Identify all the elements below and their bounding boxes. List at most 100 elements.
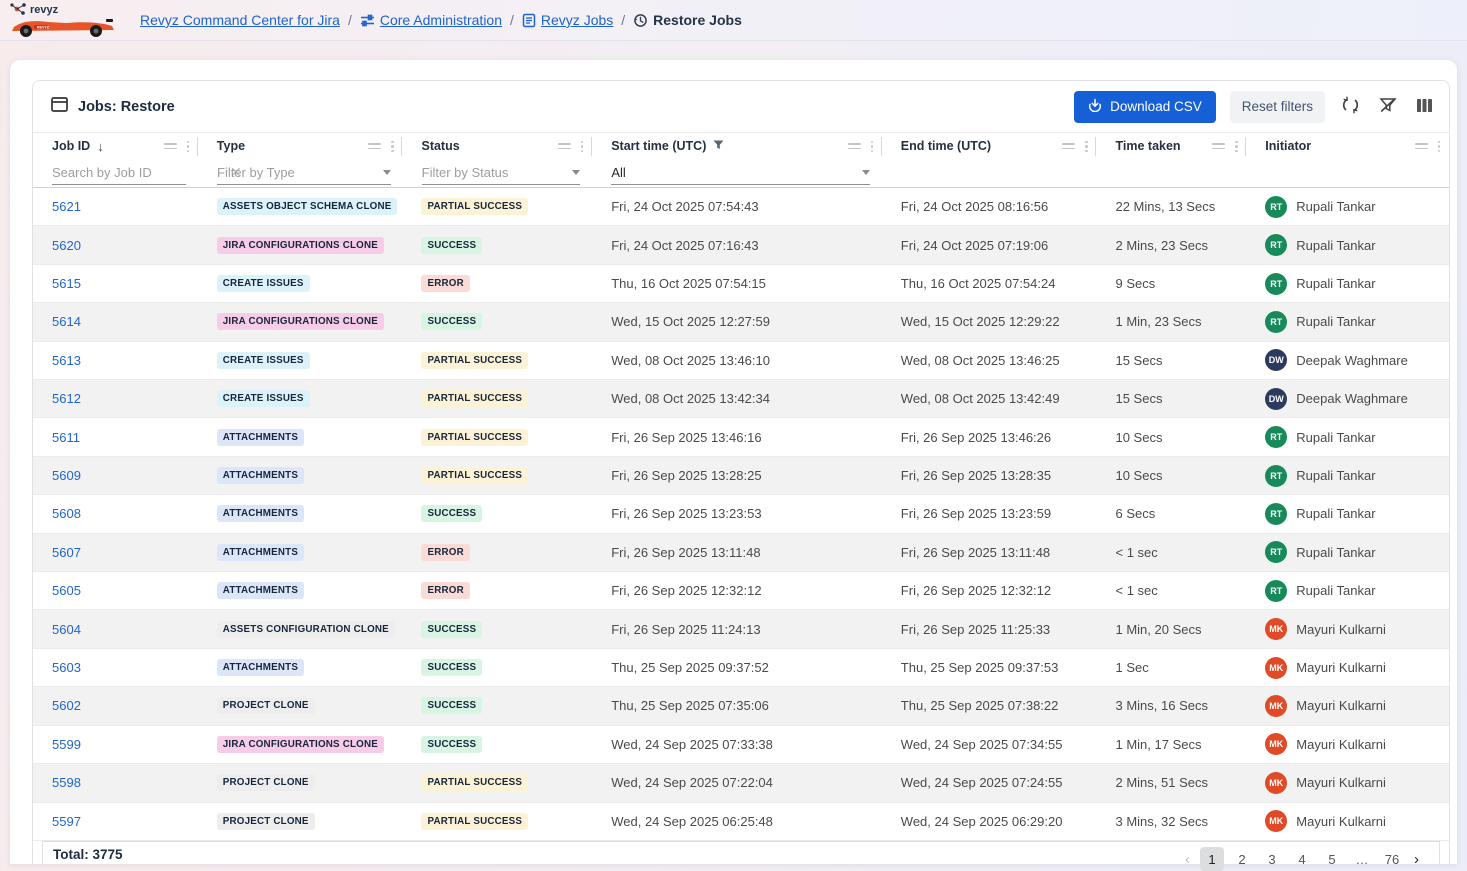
clear-filter-button[interactable]	[1376, 94, 1400, 119]
status-filter-placeholder: Filter by Status	[422, 165, 573, 180]
column-label-time-taken: Time taken	[1115, 139, 1180, 153]
table-row[interactable]: 5604ASSETS CONFIGURATION CLONESUCCESSFri…	[33, 610, 1449, 648]
type-cell: PROJECT CLONE	[198, 813, 403, 830]
breadcrumb-core-administration-link[interactable]: Core Administration	[360, 12, 502, 28]
table-row[interactable]: 5608ATTACHMENTSSUCCESSFri, 26 Sep 2025 1…	[33, 495, 1449, 533]
job-id-link[interactable]: 5615	[52, 276, 81, 291]
column-menu-icon[interactable]	[1232, 141, 1240, 153]
table-row[interactable]: 5602PROJECT CLONESUCCESSThu, 25 Sep 2025…	[33, 687, 1449, 725]
time-taken-cell: < 1 sec	[1096, 545, 1246, 560]
pagination-page-76[interactable]: 76	[1380, 847, 1404, 871]
table-row[interactable]: 5609ATTACHMENTSPARTIAL SUCCESSFri, 26 Se…	[33, 457, 1449, 495]
table-row[interactable]: 5612CREATE ISSUESPARTIAL SUCCESSWed, 08 …	[33, 380, 1449, 418]
job-id-link[interactable]: 5609	[52, 468, 81, 483]
start-time-cell: Fri, 26 Sep 2025 13:23:53	[592, 506, 882, 521]
panel-title-text: Jobs: Restore	[78, 99, 175, 115]
breadcrumb-command-center-link[interactable]: Revyz Command Center for Jira	[140, 12, 340, 28]
type-cell: CREATE ISSUES	[198, 390, 403, 407]
pagination-prev-icon[interactable]: ‹	[1181, 851, 1194, 868]
column-header-time-taken[interactable]: Time taken	[1096, 133, 1246, 160]
initiator-name: Rupali Tankar	[1296, 199, 1375, 214]
download-csv-button[interactable]: Download CSV	[1074, 91, 1216, 123]
column-drag-handle[interactable]	[368, 143, 381, 149]
status-cell: PARTIAL SUCCESS	[402, 467, 592, 484]
column-drag-handle[interactable]	[1062, 143, 1075, 149]
job-id-link[interactable]: 5614	[52, 314, 81, 329]
filter-cell-status: Filter by Status	[403, 160, 593, 187]
column-header-type[interactable]: Type	[198, 133, 403, 160]
initiator-name: Mayuri Kulkarni	[1296, 698, 1386, 713]
table-row[interactable]: 5621ASSETS OBJECT SCHEMA CLONEPARTIAL SU…	[33, 188, 1449, 226]
pagination-page-4[interactable]: 4	[1290, 847, 1314, 871]
start-time-filter-dropdown[interactable]: All	[611, 161, 870, 185]
revyz-logo[interactable]: revyz REVYZ	[8, 0, 126, 40]
column-header-initiator[interactable]: Initiator	[1246, 133, 1449, 160]
pagination-page-3[interactable]: 3	[1260, 847, 1284, 871]
job-id-link[interactable]: 5621	[52, 199, 81, 214]
table-row[interactable]: 5614JIRA CONFIGURATIONS CLONESUCCESSWed,…	[33, 303, 1449, 341]
time-taken-cell: 15 Secs	[1096, 391, 1246, 406]
job-id-link[interactable]: 5607	[52, 545, 81, 560]
status-filter-dropdown[interactable]: Filter by Status	[422, 161, 581, 185]
pagination-page-1[interactable]: 1	[1200, 847, 1224, 871]
table-row[interactable]: 5605ATTACHMENTSERRORFri, 26 Sep 2025 12:…	[33, 572, 1449, 610]
job-id-cell: 5620	[33, 238, 198, 253]
job-id-link[interactable]: 5599	[52, 737, 81, 752]
reset-filters-button[interactable]: Reset filters	[1230, 91, 1325, 123]
refresh-button[interactable]	[1339, 94, 1362, 119]
column-header-status[interactable]: Status	[402, 133, 592, 160]
table-row[interactable]: 5599JIRA CONFIGURATIONS CLONESUCCESSWed,…	[33, 726, 1449, 764]
table-row[interactable]: 5615CREATE ISSUESERRORThu, 16 Oct 2025 0…	[33, 265, 1449, 303]
pagination-next-icon[interactable]: ›	[1410, 851, 1423, 868]
table-row[interactable]: 5613CREATE ISSUESPARTIAL SUCCESSWed, 08 …	[33, 342, 1449, 380]
column-drag-handle[interactable]	[164, 143, 177, 149]
initiator-cell: MKMayuri Kulkarni	[1246, 695, 1449, 717]
job-id-link[interactable]: 5604	[52, 622, 81, 637]
job-id-link[interactable]: 5620	[52, 238, 81, 253]
job-id-link[interactable]: 5613	[52, 353, 81, 368]
table-row[interactable]: 5597PROJECT CLONEPARTIAL SUCCESSWed, 24 …	[33, 803, 1449, 841]
initiator-avatar: RT	[1265, 580, 1287, 602]
column-header-end-time[interactable]: End time (UTC)	[882, 133, 1097, 160]
pagination-page-2[interactable]: 2	[1230, 847, 1254, 871]
job-id-link[interactable]: 5598	[52, 775, 81, 790]
panel-actions: Download CSV Reset filters	[1074, 91, 1435, 123]
type-badge: JIRA CONFIGURATIONS CLONE	[217, 313, 384, 330]
initiator-name: Rupali Tankar	[1296, 468, 1375, 483]
initiator-name: Deepak Waghmare	[1296, 353, 1408, 368]
job-id-link[interactable]: 5612	[52, 391, 81, 406]
job-id-link[interactable]: 5602	[52, 698, 81, 713]
job-id-link[interactable]: 5597	[52, 814, 81, 829]
column-menu-icon[interactable]	[1082, 141, 1090, 153]
column-drag-handle[interactable]	[1212, 143, 1225, 149]
pagination-page-5[interactable]: 5	[1320, 847, 1344, 871]
job-id-link[interactable]: 5608	[52, 506, 81, 521]
column-header-start-time[interactable]: Start time (UTC)	[592, 133, 882, 160]
table-row[interactable]: 5603ATTACHMENTSSUCCESSThu, 25 Sep 2025 0…	[33, 649, 1449, 687]
column-menu-icon[interactable]	[184, 141, 192, 153]
table-row[interactable]: 5598PROJECT CLONEPARTIAL SUCCESSWed, 24 …	[33, 764, 1449, 802]
start-time-cell: Wed, 24 Sep 2025 07:33:38	[592, 737, 882, 752]
column-menu-icon[interactable]	[1435, 141, 1443, 153]
column-menu-icon[interactable]	[868, 141, 876, 153]
job-id-link[interactable]: 5605	[52, 583, 81, 598]
column-menu-icon[interactable]	[388, 141, 396, 153]
table-row[interactable]: 5620JIRA CONFIGURATIONS CLONESUCCESSFri,…	[33, 226, 1449, 264]
breadcrumb-revyz-jobs-link[interactable]: Revyz Jobs	[522, 12, 613, 28]
column-menu-icon[interactable]	[578, 141, 586, 153]
active-filter-funnel-icon	[713, 139, 724, 153]
type-filter-dropdown[interactable]: Filter by Type	[217, 161, 391, 185]
time-taken-cell: 1 Min, 20 Secs	[1096, 622, 1246, 637]
table-row[interactable]: 5611ATTACHMENTSPARTIAL SUCCESSFri, 26 Se…	[33, 418, 1449, 456]
column-header-job-id[interactable]: Job ID ↓	[33, 133, 198, 160]
job-id-link[interactable]: 5603	[52, 660, 81, 675]
column-drag-handle[interactable]	[848, 143, 861, 149]
initiator-cell: MKMayuri Kulkarni	[1246, 810, 1449, 832]
status-badge: SUCCESS	[421, 237, 482, 254]
column-drag-handle[interactable]	[1415, 143, 1428, 149]
status-cell: SUCCESS	[402, 505, 592, 522]
columns-button[interactable]	[1414, 96, 1435, 118]
job-id-link[interactable]: 5611	[52, 430, 80, 445]
column-drag-handle[interactable]	[558, 143, 571, 149]
table-row[interactable]: 5607ATTACHMENTSERRORFri, 26 Sep 2025 13:…	[33, 534, 1449, 572]
